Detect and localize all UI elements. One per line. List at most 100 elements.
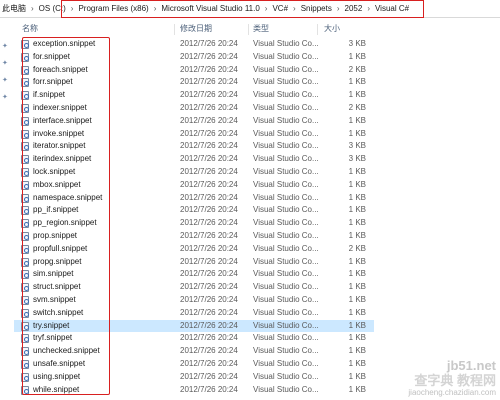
column-header-size[interactable]: 大小 [324, 22, 340, 36]
pin-icon[interactable]: ✦ [2, 94, 9, 101]
file-type: Visual Studio Co... [253, 359, 319, 368]
file-size: 1 KB [348, 346, 366, 356]
watermark-line2: 查字典 教程网 [414, 373, 496, 388]
file-date-modified: 2012/7/26 20:24 [180, 205, 238, 215]
file-size: 1 KB [348, 231, 366, 240]
file-type: Visual Studio Co... [253, 179, 319, 189]
file-type: Visual Studio Co... [253, 320, 319, 330]
file-size: 2 KB [348, 243, 366, 253]
pin-icon[interactable]: ✦ [2, 77, 9, 84]
name-column-highlight-box [22, 37, 110, 395]
file-date-modified: 2012/7/26 20:24 [180, 39, 238, 48]
file-type: Visual Studio Co... [253, 371, 319, 381]
file-type: Visual Studio Co... [253, 205, 319, 215]
file-type: Visual Studio Co... [253, 77, 319, 87]
file-date-modified: 2012/7/26 20:24 [180, 77, 238, 87]
address-bar[interactable]: 此电脑 › OS (C:) › Program Files (x86) › Mi… [0, 0, 500, 18]
file-date-modified: 2012/7/26 20:24 [180, 103, 238, 112]
file-size: 1 KB [348, 90, 366, 100]
column-header-row: 名称 修改日期 类型 大小 [14, 22, 500, 36]
column-divider[interactable] [248, 24, 249, 35]
file-date-modified: 2012/7/26 20:24 [180, 371, 238, 381]
file-date-modified: 2012/7/26 20:24 [180, 307, 238, 317]
file-size: 3 KB [348, 39, 366, 48]
file-type: Visual Studio Co... [253, 384, 319, 394]
file-date-modified: 2012/7/26 20:24 [180, 51, 238, 61]
file-size: 1 KB [348, 320, 366, 330]
file-date-modified: 2012/7/26 20:24 [180, 128, 238, 138]
file-size: 1 KB [348, 179, 366, 189]
watermark: jb51.net 查字典 教程网 jiaocheng.chazidian.com [356, 358, 496, 398]
file-type: Visual Studio Co... [253, 333, 319, 343]
pin-icon[interactable]: ✦ [2, 60, 9, 67]
file-size: 2 KB [348, 103, 366, 112]
file-type: Visual Studio Co... [253, 243, 319, 253]
file-date-modified: 2012/7/26 20:24 [180, 295, 238, 304]
file-date-modified: 2012/7/26 20:24 [180, 333, 238, 343]
file-size: 1 KB [348, 192, 366, 202]
file-type: Visual Studio Co... [253, 128, 319, 138]
file-type: Visual Studio Co... [253, 39, 319, 48]
breadcrumb-this-pc[interactable]: 此电脑 [0, 1, 28, 17]
file-size: 1 KB [348, 128, 366, 138]
file-date-modified: 2012/7/26 20:24 [180, 141, 238, 151]
file-date-modified: 2012/7/26 20:24 [180, 384, 238, 394]
navigation-pane: ✦ ✦ ✦ ✦ [0, 18, 12, 400]
file-size: 1 KB [348, 218, 366, 228]
file-date-modified: 2012/7/26 20:24 [180, 359, 238, 368]
file-type: Visual Studio Co... [253, 231, 319, 240]
file-date-modified: 2012/7/26 20:24 [180, 64, 238, 74]
file-size: 3 KB [348, 141, 366, 151]
watermark-line1: jb51.net [446, 358, 496, 373]
file-date-modified: 2012/7/26 20:24 [180, 154, 238, 164]
file-date-modified: 2012/7/26 20:24 [180, 256, 238, 266]
file-type: Visual Studio Co... [253, 51, 319, 61]
file-size: 1 KB [348, 167, 366, 176]
file-date-modified: 2012/7/26 20:24 [180, 179, 238, 189]
file-type: Visual Studio Co... [253, 282, 319, 292]
file-size: 1 KB [348, 269, 366, 279]
file-type: Visual Studio Co... [253, 218, 319, 228]
file-size: 1 KB [348, 282, 366, 292]
pin-icon[interactable]: ✦ [2, 43, 9, 50]
column-divider[interactable] [174, 24, 175, 35]
path-highlight-box [61, 0, 424, 18]
file-date-modified: 2012/7/26 20:24 [180, 231, 238, 240]
file-type: Visual Studio Co... [253, 256, 319, 266]
file-type: Visual Studio Co... [253, 307, 319, 317]
file-size: 1 KB [348, 295, 366, 304]
column-divider[interactable] [317, 24, 318, 35]
file-date-modified: 2012/7/26 20:24 [180, 115, 238, 125]
chevron-right-icon[interactable]: › [28, 1, 37, 17]
file-size: 1 KB [348, 256, 366, 266]
file-date-modified: 2012/7/26 20:24 [180, 282, 238, 292]
file-type: Visual Studio Co... [253, 346, 319, 356]
file-type: Visual Studio Co... [253, 64, 319, 74]
file-size: 3 KB [348, 154, 366, 164]
file-type: Visual Studio Co... [253, 269, 319, 279]
file-type: Visual Studio Co... [253, 295, 319, 304]
file-size: 1 KB [348, 51, 366, 61]
file-size: 1 KB [348, 205, 366, 215]
file-type: Visual Studio Co... [253, 90, 319, 100]
watermark-line3: jiaocheng.chazidian.com [408, 388, 496, 397]
column-header-type[interactable]: 类型 [253, 22, 269, 36]
file-date-modified: 2012/7/26 20:24 [180, 243, 238, 253]
column-header-date[interactable]: 修改日期 [180, 22, 212, 36]
column-header-name[interactable]: 名称 [22, 22, 38, 36]
file-type: Visual Studio Co... [253, 167, 319, 176]
file-size: 1 KB [348, 77, 366, 87]
file-type: Visual Studio Co... [253, 141, 319, 151]
file-date-modified: 2012/7/26 20:24 [180, 192, 238, 202]
file-date-modified: 2012/7/26 20:24 [180, 320, 238, 330]
file-date-modified: 2012/7/26 20:24 [180, 167, 238, 176]
file-type: Visual Studio Co... [253, 154, 319, 164]
file-size: 1 KB [348, 307, 366, 317]
file-size: 2 KB [348, 64, 366, 74]
file-size: 1 KB [348, 333, 366, 343]
file-date-modified: 2012/7/26 20:24 [180, 346, 238, 356]
file-date-modified: 2012/7/26 20:24 [180, 218, 238, 228]
file-type: Visual Studio Co... [253, 103, 319, 112]
file-date-modified: 2012/7/26 20:24 [180, 269, 238, 279]
file-type: Visual Studio Co... [253, 115, 319, 125]
